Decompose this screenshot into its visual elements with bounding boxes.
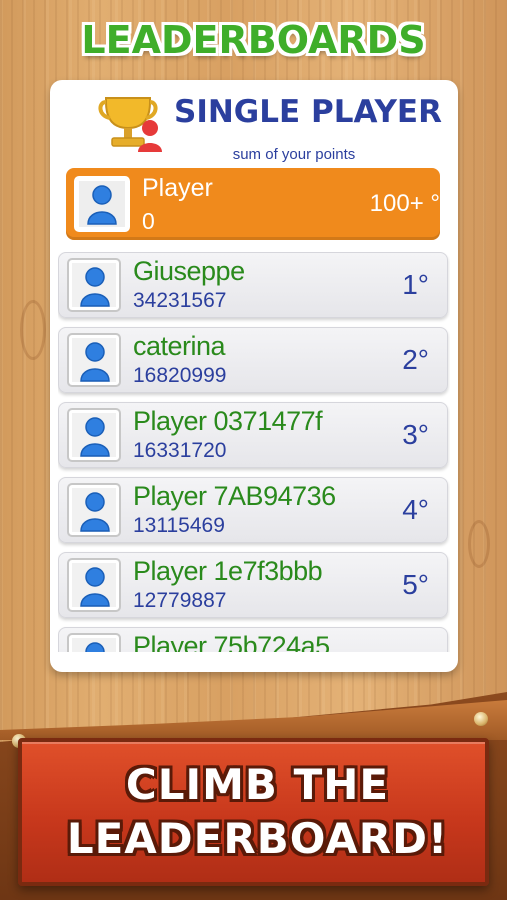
avatar <box>67 258 121 312</box>
leaderboard-panel: SINGLE PLAYER sum of your points Player … <box>50 80 458 672</box>
current-player-row[interactable]: Player 0 100+ ° <box>66 168 440 240</box>
player-name: Player 0371477f <box>133 406 323 436</box>
current-player-rank: 100+ ° <box>369 190 440 217</box>
player-score: 13115469 <box>133 514 225 537</box>
leaderboard-row[interactable]: caterina 16820999 2° <box>58 327 448 393</box>
leaderboard-list[interactable]: Giuseppe 34231567 1° caterina 16820999 2… <box>58 252 450 652</box>
player-rank: 1° <box>402 269 429 300</box>
board-header: SINGLE PLAYER sum of your points <box>50 80 458 166</box>
avatar <box>67 558 121 612</box>
player-rank: 3° <box>402 419 429 450</box>
board-subtitle: sum of your points <box>232 146 356 163</box>
leaderboard-row[interactable]: Player 7AB94736 13115469 4° <box>58 477 448 543</box>
user-icon <box>85 642 105 652</box>
user-icon <box>87 185 117 225</box>
user-icon <box>80 267 110 307</box>
current-player-score: 0 <box>142 208 155 234</box>
leaderboard-row[interactable]: Giuseppe 34231567 1° <box>58 252 448 318</box>
banner-line-1: CLIMB THE <box>125 760 390 809</box>
leaderboard-row[interactable]: Player 75b724a5 <box>58 627 448 652</box>
wood-knot <box>20 300 46 360</box>
user-icon <box>80 417 110 457</box>
player-rank: 5° <box>402 569 429 600</box>
player-name: Player 75b724a5 <box>133 631 330 652</box>
player-name: caterina <box>133 331 226 361</box>
user-icon <box>80 342 110 382</box>
promo-banner: CLIMB THE LEADERBOARD! <box>18 738 489 886</box>
avatar <box>67 408 121 462</box>
player-score: 12779887 <box>133 589 227 612</box>
player-name: Player 7AB94736 <box>133 481 336 511</box>
player-score: 16331720 <box>133 439 227 462</box>
player-score: 16820999 <box>133 364 227 387</box>
avatar <box>67 333 121 387</box>
player-score: 34231567 <box>133 289 227 312</box>
player-name: Player 1e7f3bbb <box>133 556 323 586</box>
page-title: LEADERBOARDS <box>81 18 426 62</box>
avatar <box>67 483 121 537</box>
board-title: SINGLE PLAYER <box>174 94 442 130</box>
leaderboard-row[interactable]: Player 1e7f3bbb 12779887 5° <box>58 552 448 618</box>
user-icon <box>80 492 110 532</box>
banner-line-2: LEADERBOARD! <box>66 814 449 863</box>
avatar <box>74 176 130 232</box>
leaderboard-row[interactable]: Player 0371477f 16331720 3° <box>58 402 448 468</box>
player-rank: 4° <box>402 494 429 525</box>
user-icon <box>80 567 110 607</box>
player-name: Giuseppe <box>133 256 245 286</box>
player-rank: 2° <box>402 344 429 375</box>
wood-knot <box>468 520 490 568</box>
current-player-name: Player <box>142 174 213 202</box>
nail-icon <box>474 712 488 726</box>
avatar <box>67 633 121 652</box>
